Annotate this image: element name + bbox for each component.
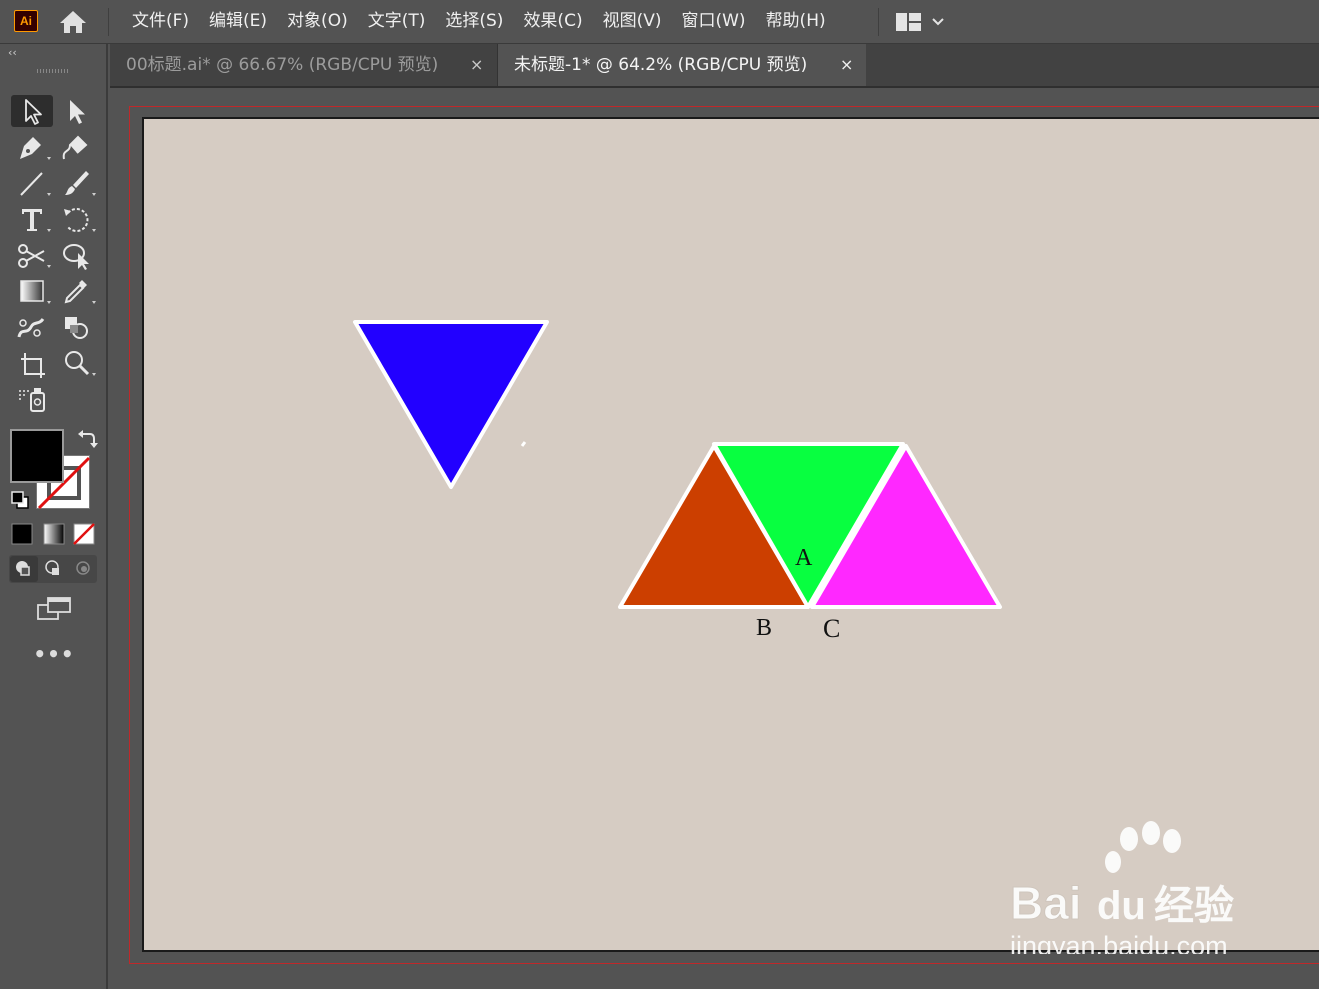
pen-icon (20, 137, 51, 160)
canvas-pasteboard[interactable]: A B C Bai du 经验 jingyan.baidu.com (110, 88, 1319, 989)
paintbrush-icon (65, 171, 96, 196)
zoom-tool[interactable] (56, 347, 98, 379)
label-c[interactable]: C (823, 614, 840, 643)
stray-point[interactable] (520, 441, 527, 447)
label-b[interactable]: B (756, 615, 772, 641)
puppet-warp-tool[interactable] (11, 311, 53, 343)
type-t-icon (22, 209, 51, 232)
menu-view[interactable]: 视图(V) (593, 0, 672, 44)
artboard[interactable]: A B C Bai du 经验 jingyan.baidu.com (142, 117, 1319, 954)
tools-panel: ‹‹ ••• (0, 44, 108, 989)
swap-colors-icon[interactable] (76, 428, 98, 450)
scissors-icon (18, 244, 51, 268)
tab-document-1[interactable]: 00标题.ai* @ 66.67% (RGB/CPU 预览) × (110, 44, 498, 86)
menu-effect[interactable]: 效果(C) (513, 0, 592, 44)
menu-separator (108, 8, 109, 36)
watermark-brand-du: du (1097, 884, 1146, 928)
menu-help[interactable]: 帮助(H) (756, 0, 836, 44)
baidu-watermark: Bai du 经验 jingyan.baidu.com (1009, 821, 1234, 954)
rotate-icon (64, 208, 96, 232)
artboard-tool[interactable] (11, 347, 53, 379)
menu-items: 文件(F) 编辑(E) 对象(O) 文字(T) 选择(S) 效果(C) 视图(V… (122, 0, 836, 44)
curvature-tool[interactable] (56, 131, 98, 163)
screen-mode-icon[interactable] (36, 596, 72, 622)
pen-tool[interactable] (11, 131, 53, 163)
gradient-tool[interactable] (11, 275, 53, 307)
workspace-switcher-icon[interactable] (894, 10, 950, 34)
curvature-pen-icon (62, 135, 88, 160)
default-colors-icon[interactable] (10, 490, 30, 510)
line-segment-icon (20, 172, 51, 196)
watermark-brand-cn: 经验 (1154, 883, 1234, 929)
drawing-mode-buttons (9, 555, 97, 583)
menu-file[interactable]: 文件(F) (122, 0, 199, 44)
fill-color-swatch[interactable] (10, 429, 64, 483)
shape-builder-tool[interactable] (56, 239, 98, 271)
symbol-sprayer-tool[interactable] (11, 383, 53, 415)
line-segment-tool[interactable] (11, 167, 53, 199)
menu-edit[interactable]: 编辑(E) (199, 0, 277, 44)
symbol-sprayer-icon (19, 388, 45, 412)
collapse-panel-icon[interactable]: ‹‹ (8, 46, 17, 59)
close-icon[interactable]: × (470, 44, 483, 86)
live-paint-tool[interactable] (56, 311, 98, 343)
tab-document-2[interactable]: 未标题-1* @ 64.2% (RGB/CPU 预览) × (498, 44, 866, 86)
watermark-brand: Bai (1010, 877, 1082, 929)
tab-label: 未标题-1* @ 64.2% (RGB/CPU 预览) (514, 55, 808, 75)
close-icon[interactable]: × (840, 44, 853, 86)
direct-selection-arrow-icon (70, 100, 85, 124)
paintbrush-tool[interactable] (56, 167, 98, 199)
color-button[interactable] (11, 523, 33, 545)
gradient-icon (20, 280, 51, 304)
label-a[interactable]: A (795, 545, 813, 571)
menu-select[interactable]: 选择(S) (435, 0, 513, 44)
menu-type[interactable]: 文字(T) (358, 0, 436, 44)
home-icon[interactable] (58, 9, 88, 35)
paw-logo-icon (1105, 821, 1181, 873)
eyedropper-icon (64, 280, 96, 304)
puppet-warp-icon (17, 318, 45, 338)
edit-toolbar-button[interactable]: ••• (0, 642, 108, 666)
watermark-url: jingyan.baidu.com (1009, 931, 1228, 954)
document-tab-bar: 00标题.ai* @ 66.67% (RGB/CPU 预览) × 未标题-1* … (110, 44, 1319, 88)
scissors-tool[interactable] (11, 239, 53, 271)
eyedropper-tool[interactable] (56, 275, 98, 307)
zoom-magnifier-icon (65, 351, 96, 376)
menu-separator (878, 8, 879, 36)
shape-builder-icon (63, 244, 89, 270)
artwork-layer: A B C Bai du 经验 jingyan.baidu.com (353, 320, 1234, 954)
menu-bar: Ai 文件(F) 编辑(E) 对象(O) 文字(T) 选择(S) 效果(C) 视… (0, 0, 1319, 44)
app-logo: Ai (14, 10, 38, 32)
menu-window[interactable]: 窗口(W) (671, 0, 755, 44)
color-mode-buttons (10, 522, 98, 550)
tab-label: 00标题.ai* @ 66.67% (RGB/CPU 预览) (126, 55, 439, 75)
blue-triangle[interactable] (353, 320, 549, 489)
artboard-icon (21, 353, 45, 378)
gradient-button[interactable] (43, 523, 65, 545)
selection-arrow-icon (25, 99, 42, 125)
panel-grip[interactable] (37, 69, 69, 73)
rotate-tool[interactable] (56, 203, 98, 235)
live-paint-bucket-icon (65, 317, 88, 339)
type-tool[interactable] (11, 203, 53, 235)
selection-tool[interactable] (11, 95, 53, 127)
direct-selection-tool[interactable] (56, 95, 98, 127)
menu-object[interactable]: 对象(O) (277, 0, 358, 44)
